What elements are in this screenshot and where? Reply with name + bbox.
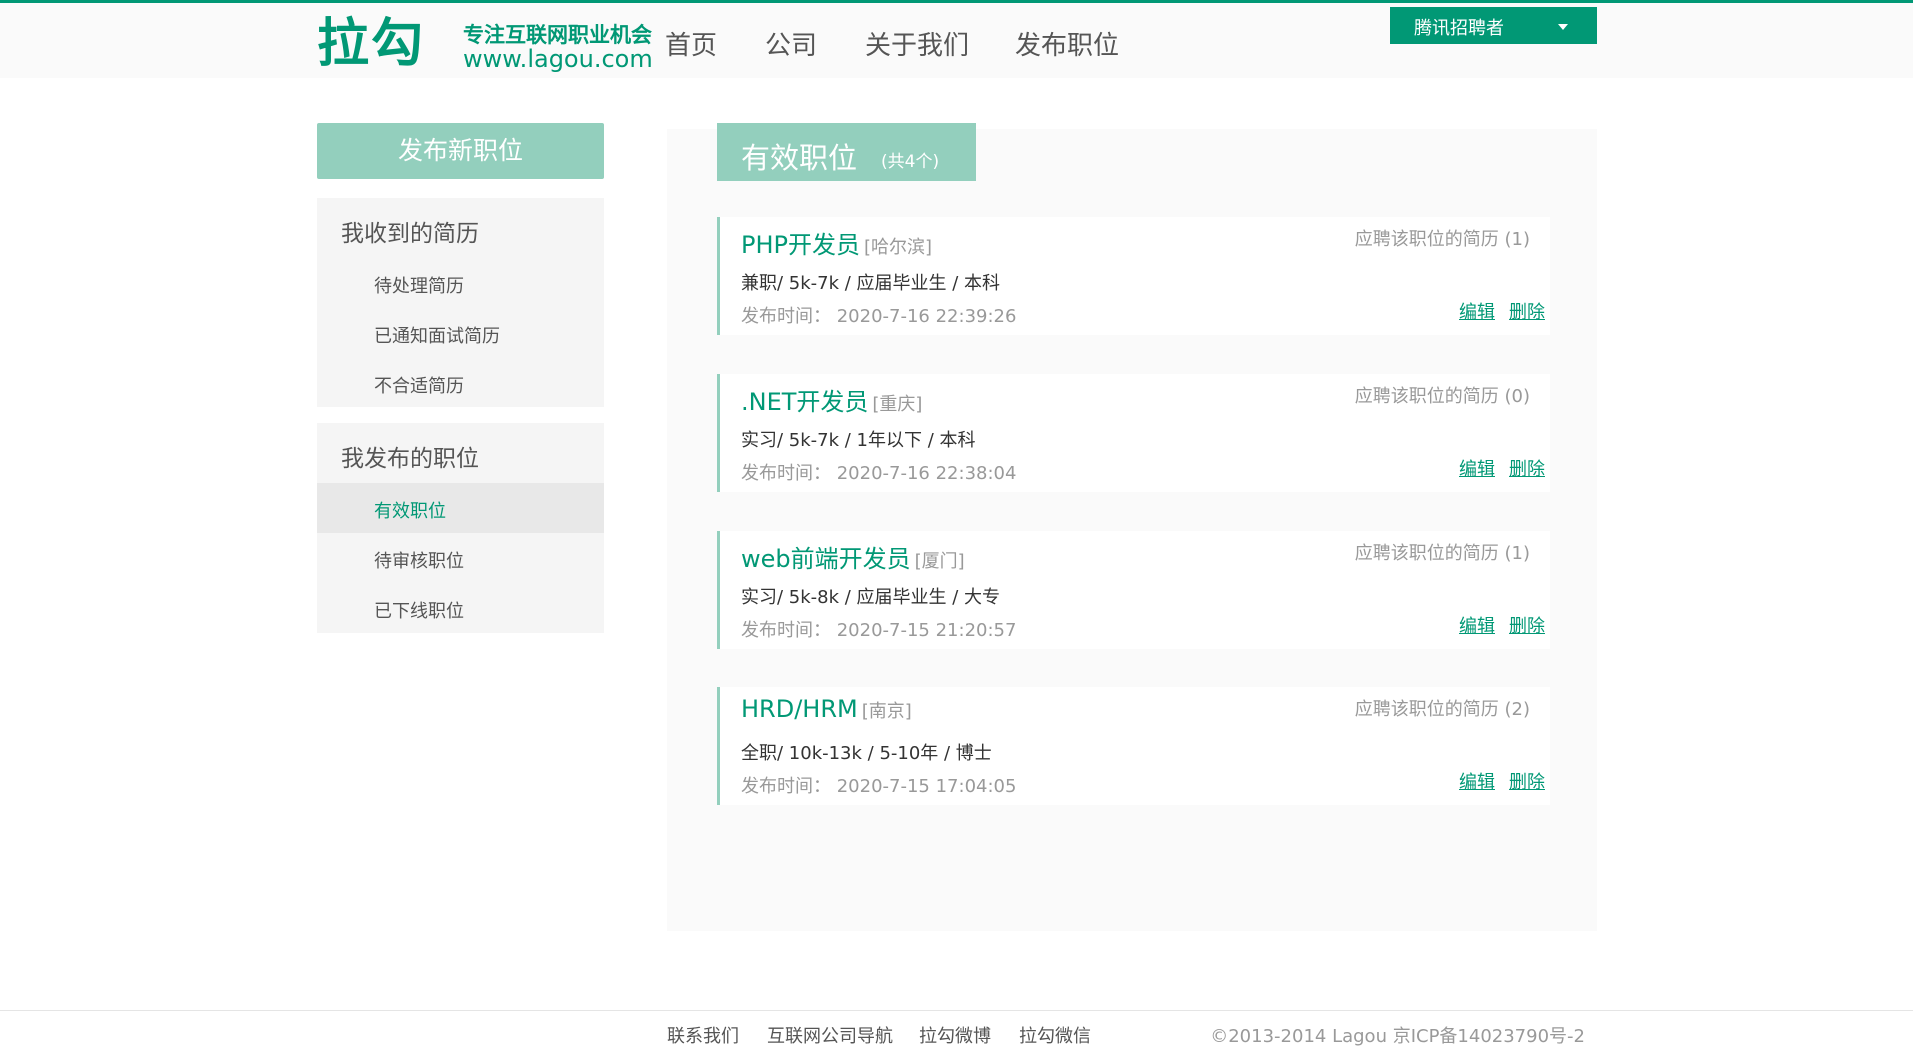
edit-button[interactable]: 编辑 <box>1459 298 1495 324</box>
job-info: 兼职/ 5k-7k / 应届毕业生 / 本科 <box>741 273 1001 294</box>
sidebar-item-pending-resumes[interactable]: 待处理简历 <box>317 258 604 308</box>
nav-about[interactable]: 关于我们 <box>865 25 969 62</box>
sidebar-jobs-group-title: 我发布的职位 <box>341 446 479 472</box>
sidebar-resume-group-title: 我收到的简历 <box>341 221 479 247</box>
job-info: 实习/ 5k-8k / 应届毕业生 / 大专 <box>741 587 1001 608</box>
logo-url: www.lagou.com <box>463 45 653 73</box>
job-resumes-link[interactable]: 应聘该职位的简历 (2) <box>1355 695 1530 721</box>
job-card: HRD/HRM [南京] 应聘该职位的简历 (2) 全职/ 10k-13k / 5… <box>717 687 1550 805</box>
sidebar-item-label: 有效职位 <box>374 501 446 522</box>
nav-post-job[interactable]: 发布职位 <box>1015 25 1119 62</box>
job-city: [重庆] <box>872 394 923 415</box>
job-card: PHP开发员 [哈尔滨] 应聘该职位的简历 (1) 兼职/ 5k-7k / 应届毕… <box>717 217 1550 335</box>
job-resumes-link[interactable]: 应聘该职位的简历 (1) <box>1355 225 1530 251</box>
job-title-link[interactable]: PHP开发员 [哈尔滨] <box>741 225 932 260</box>
sidebar-item-label: 待审核职位 <box>374 551 464 572</box>
sidebar-jobs-group: 我发布的职位 有效职位 待审核职位 已下线职位 <box>317 423 604 633</box>
main-panel: 有效职位 (共4个) PHP开发员 [哈尔滨] 应聘该职位的简历 (1) 兼职/ … <box>667 123 1597 931</box>
footer-divider <box>0 1010 1913 1011</box>
edit-button[interactable]: 编辑 <box>1459 455 1495 481</box>
job-title: HRD/HRM <box>741 695 858 723</box>
footer-copyright: ©2013-2014 Lagou 京ICP备14023790号-2 <box>1210 1026 1585 1047</box>
user-name: 腾讯招聘者 <box>1414 18 1504 39</box>
sidebar-item-label: 待处理简历 <box>374 276 464 297</box>
job-title: PHP开发员 <box>741 231 860 259</box>
sidebar-item-review-jobs[interactable]: 待审核职位 <box>317 533 604 583</box>
nav-home[interactable]: 首页 <box>665 25 717 62</box>
edit-button[interactable]: 编辑 <box>1459 612 1495 638</box>
job-time: 发布时间： 2020-7-16 22:38:04 <box>741 463 1017 484</box>
delete-button[interactable]: 删除 <box>1509 768 1545 794</box>
job-title: .NET开发员 <box>741 388 869 416</box>
job-time: 发布时间： 2020-7-15 17:04:05 <box>741 776 1017 797</box>
footer-link-company-nav[interactable]: 互联网公司导航 <box>767 1022 893 1048</box>
footer-link-contact[interactable]: 联系我们 <box>667 1022 739 1048</box>
sidebar-item-label: 已通知面试简历 <box>374 326 500 347</box>
logo-text: 拉勾 <box>317 14 426 74</box>
job-title-link[interactable]: HRD/HRM [南京] <box>741 695 912 723</box>
sidebar-item-unsuitable-resumes[interactable]: 不合适简历 <box>317 358 604 408</box>
job-title-link[interactable]: .NET开发员 [重庆] <box>741 382 922 417</box>
job-card: web前端开发员 [厦门] 应聘该职位的简历 (1) 实习/ 5k-8k / 应届… <box>717 531 1550 649</box>
sidebar-item-interview-resumes[interactable]: 已通知面试简历 <box>317 308 604 358</box>
job-count: (共4个) <box>881 152 940 172</box>
job-time: 发布时间： 2020-7-16 22:39:26 <box>741 306 1017 327</box>
job-resumes-link[interactable]: 应聘该职位的简历 (0) <box>1355 382 1530 408</box>
job-city: [厦门] <box>914 551 965 572</box>
job-info: 全职/ 10k-13k / 5-10年 / 博士 <box>741 743 992 764</box>
job-city: [哈尔滨] <box>864 237 933 258</box>
page-title: 有效职位 <box>741 141 858 175</box>
footer-link-weibo[interactable]: 拉勾微博 <box>919 1022 991 1048</box>
job-title: web前端开发员 <box>741 545 911 573</box>
sidebar-resume-group: 我收到的简历 待处理简历 已通知面试简历 不合适简历 <box>317 198 604 407</box>
delete-button[interactable]: 删除 <box>1509 298 1545 324</box>
job-info: 实习/ 5k-7k / 1年以下 / 本科 <box>741 430 976 451</box>
sidebar-item-label: 不合适简历 <box>374 376 464 397</box>
caret-down-icon <box>1558 24 1568 30</box>
job-resumes-link[interactable]: 应聘该职位的简历 (1) <box>1355 539 1530 565</box>
sidebar-item-active-jobs[interactable]: 有效职位 <box>317 483 604 533</box>
footer-link-wechat[interactable]: 拉勾微信 <box>1019 1022 1091 1048</box>
sidebar-item-offline-jobs[interactable]: 已下线职位 <box>317 583 604 633</box>
job-card: .NET开发员 [重庆] 应聘该职位的简历 (0) 实习/ 5k-7k / 1年以… <box>717 374 1550 492</box>
logo[interactable]: 拉勾 专注互联网职业机会 www.lagou.com <box>317 14 653 74</box>
sidebar-item-label: 已下线职位 <box>374 601 464 622</box>
header: 拉勾 专注互联网职业机会 www.lagou.com 首页 公司 关于我们 发布… <box>0 3 1913 78</box>
user-menu-dropdown[interactable]: 腾讯招聘者 <box>1390 7 1597 44</box>
delete-button[interactable]: 删除 <box>1509 612 1545 638</box>
job-city: [南京] <box>861 701 912 722</box>
delete-button[interactable]: 删除 <box>1509 455 1545 481</box>
post-new-job-button[interactable]: 发布新职位 <box>317 123 604 179</box>
job-title-link[interactable]: web前端开发员 [厦门] <box>741 539 965 574</box>
nav-companies[interactable]: 公司 <box>765 25 817 62</box>
tab-active-jobs: 有效职位 (共4个) <box>717 123 976 181</box>
edit-button[interactable]: 编辑 <box>1459 768 1495 794</box>
job-time: 发布时间： 2020-7-15 21:20:57 <box>741 620 1017 641</box>
